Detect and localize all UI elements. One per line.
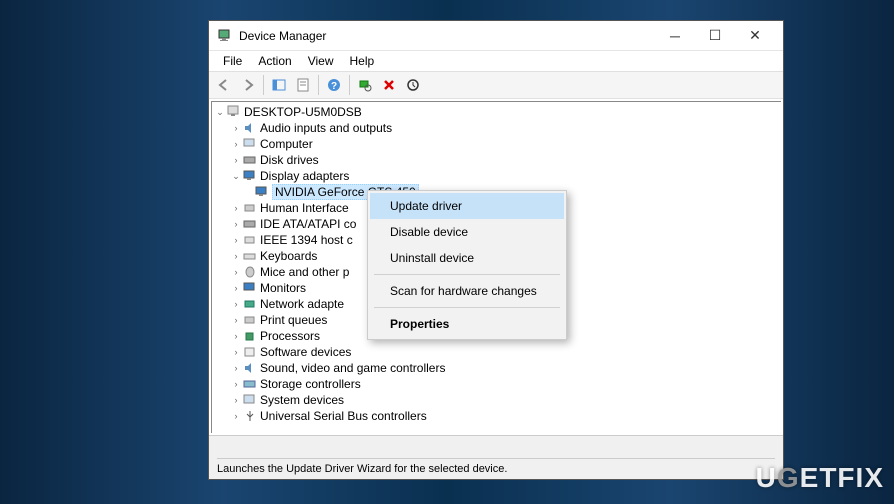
ieee1394-icon xyxy=(242,233,258,247)
expander-icon[interactable]: › xyxy=(230,347,242,357)
expander-icon[interactable]: › xyxy=(230,331,242,341)
storage-icon xyxy=(242,377,258,391)
tree-item[interactable]: › Universal Serial Bus controllers xyxy=(212,408,781,424)
keyboard-icon xyxy=(242,249,258,263)
uninstall-button[interactable] xyxy=(378,74,400,96)
network-icon xyxy=(242,297,258,311)
svg-text:?: ? xyxy=(331,81,337,92)
expander-icon[interactable]: › xyxy=(230,411,242,421)
close-button[interactable]: ✕ xyxy=(735,22,775,50)
tree-item[interactable]: › System devices xyxy=(212,392,781,408)
menu-view[interactable]: View xyxy=(300,52,342,70)
menu-help[interactable]: Help xyxy=(342,52,383,70)
tree-item[interactable]: › Sound, video and game controllers xyxy=(212,360,781,376)
window-controls: ─ ☐ ✕ xyxy=(655,22,775,50)
statusbar: Launches the Update Driver Wizard for th… xyxy=(209,435,783,479)
titlebar: Device Manager ─ ☐ ✕ xyxy=(209,21,783,51)
display-icon xyxy=(242,169,258,183)
sound-icon xyxy=(242,361,258,375)
monitor-icon xyxy=(242,281,258,295)
system-icon xyxy=(242,393,258,407)
device-tree[interactable]: ⌄ DESKTOP-U5M0DSB › Audio inputs and out… xyxy=(211,101,781,433)
expander-icon[interactable]: › xyxy=(230,299,242,309)
back-button[interactable] xyxy=(213,74,235,96)
toolbar-separator xyxy=(349,75,350,95)
watermark: UGETFIX xyxy=(756,462,884,494)
maximize-button[interactable]: ☐ xyxy=(695,22,735,50)
expander-icon[interactable]: › xyxy=(230,363,242,373)
expander-icon[interactable]: › xyxy=(230,219,242,229)
mouse-icon xyxy=(242,265,258,279)
minimize-button[interactable]: ─ xyxy=(655,22,695,50)
hid-icon xyxy=(242,201,258,215)
printer-icon xyxy=(242,313,258,327)
context-menu: Update driver Disable device Uninstall d… xyxy=(367,190,567,340)
update-driver-button[interactable] xyxy=(402,74,424,96)
ctx-disable-device[interactable]: Disable device xyxy=(370,219,564,245)
display-icon xyxy=(254,185,270,199)
expander-icon[interactable]: › xyxy=(230,235,242,245)
ctx-separator xyxy=(374,307,560,308)
app-icon xyxy=(217,28,233,44)
expander-icon[interactable]: › xyxy=(230,123,242,133)
ctx-uninstall-device[interactable]: Uninstall device xyxy=(370,245,564,271)
ctx-separator xyxy=(374,274,560,275)
processor-icon xyxy=(242,329,258,343)
expander-icon[interactable]: › xyxy=(230,395,242,405)
menubar: File Action View Help xyxy=(209,51,783,71)
tree-item-display-adapters[interactable]: ⌄ Display adapters xyxy=(212,168,781,184)
expander-icon[interactable]: › xyxy=(230,379,242,389)
menu-action[interactable]: Action xyxy=(250,52,299,70)
toolbar-separator xyxy=(263,75,264,95)
tree-item[interactable]: › Software devices xyxy=(212,344,781,360)
expander-icon[interactable]: ⌄ xyxy=(230,171,242,182)
menu-file[interactable]: File xyxy=(215,52,250,70)
tree-item[interactable]: › Disk drives xyxy=(212,152,781,168)
audio-icon xyxy=(242,121,258,135)
scan-hardware-button[interactable] xyxy=(354,74,376,96)
expander-icon[interactable]: › xyxy=(230,283,242,293)
toolbar-separator xyxy=(318,75,319,95)
window-title: Device Manager xyxy=(239,29,655,43)
expander-icon[interactable]: › xyxy=(230,251,242,261)
expander-icon[interactable]: › xyxy=(230,203,242,213)
forward-button[interactable] xyxy=(237,74,259,96)
ctx-scan-hardware[interactable]: Scan for hardware changes xyxy=(370,278,564,304)
expander-icon[interactable]: › xyxy=(230,315,242,325)
show-hide-button[interactable] xyxy=(268,74,290,96)
statusbar-text: Launches the Update Driver Wizard for th… xyxy=(217,463,507,475)
help-button[interactable]: ? xyxy=(323,74,345,96)
software-icon xyxy=(242,345,258,359)
properties-button[interactable] xyxy=(292,74,314,96)
expander-icon[interactable]: › xyxy=(230,155,242,165)
ctx-update-driver[interactable]: Update driver xyxy=(370,193,564,219)
tree-root[interactable]: ⌄ DESKTOP-U5M0DSB xyxy=(212,104,781,120)
ctx-properties[interactable]: Properties xyxy=(370,311,564,337)
usb-icon xyxy=(242,409,258,423)
toolbar: ? xyxy=(209,71,783,99)
expander-icon[interactable]: › xyxy=(230,267,242,277)
ide-icon xyxy=(242,217,258,231)
computer-icon xyxy=(226,105,242,119)
expander-icon[interactable]: ⌄ xyxy=(214,107,226,118)
device-manager-window: Device Manager ─ ☐ ✕ File Action View He… xyxy=(208,20,784,480)
tree-root-label: DESKTOP-U5M0DSB xyxy=(244,105,362,119)
tree-item[interactable]: › Audio inputs and outputs xyxy=(212,120,781,136)
computer-icon xyxy=(242,137,258,151)
tree-item[interactable]: › Storage controllers xyxy=(212,376,781,392)
expander-icon[interactable]: › xyxy=(230,139,242,149)
tree-item[interactable]: › Computer xyxy=(212,136,781,152)
disk-icon xyxy=(242,153,258,167)
